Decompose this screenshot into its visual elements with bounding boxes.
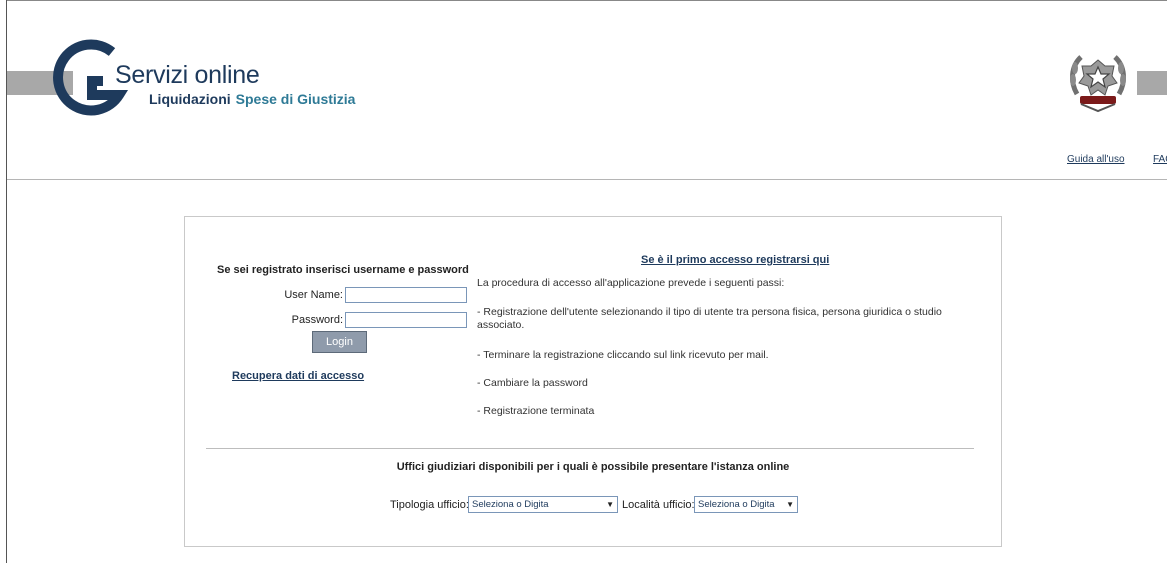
office-place-label: Località ufficio: bbox=[622, 499, 695, 511]
guide-link[interactable]: Guida all'uso bbox=[1067, 154, 1125, 165]
panel-divider bbox=[206, 448, 974, 449]
password-label: Password: bbox=[291, 314, 343, 326]
step-item: - Registrazione terminata bbox=[477, 405, 595, 417]
step-item: - Cambiare la password bbox=[477, 377, 588, 389]
faq-link[interactable]: FAQ bbox=[1153, 154, 1167, 165]
office-type-value: Seleziona o Digita bbox=[472, 499, 549, 510]
logo-subtitle-main: Liquidazioni bbox=[149, 91, 231, 107]
recover-credentials-link[interactable]: Recupera dati di accesso bbox=[232, 370, 364, 382]
username-input[interactable] bbox=[345, 287, 467, 303]
chevron-down-icon: ▼ bbox=[606, 500, 614, 509]
login-heading: Se sei registrato inserisci username e p… bbox=[217, 264, 469, 276]
login-button[interactable]: Login bbox=[312, 331, 367, 353]
step-item: - Registrazione dell'utente selezionando… bbox=[477, 306, 942, 331]
office-place-value: Seleziona o Digita bbox=[698, 499, 775, 510]
office-type-select[interactable]: Seleziona o Digita ▼ bbox=[468, 496, 618, 513]
site-header: Servizi online Liquidazioni Spese di Gius… bbox=[7, 1, 1167, 178]
logo-subtitle-accent: Spese di Giustizia bbox=[235, 91, 356, 107]
republic-emblem-icon bbox=[1067, 46, 1129, 130]
login-panel: Se sei registrato inserisci username e p… bbox=[184, 216, 1002, 547]
steps-intro: La procedura di accesso all'applicazione… bbox=[477, 277, 785, 289]
chevron-down-icon: ▼ bbox=[786, 500, 794, 509]
office-place-select[interactable]: Seleziona o Digita ▼ bbox=[694, 496, 798, 513]
header-divider bbox=[7, 179, 1167, 180]
offices-heading: Uffici giudiziari disponibili per i qual… bbox=[396, 461, 790, 473]
office-type-label: Tipologia ufficio: bbox=[390, 499, 469, 511]
username-label: User Name: bbox=[284, 289, 343, 301]
logo-subtitle: Liquidazioni Spese di Giustizia bbox=[149, 91, 355, 107]
password-input[interactable] bbox=[345, 312, 467, 328]
header-bar-right bbox=[1137, 71, 1167, 95]
step-item: - Terminare la registrazione cliccando s… bbox=[477, 349, 769, 361]
logo-title: Servizi online bbox=[115, 61, 260, 89]
register-link[interactable]: Se è il primo accesso registrarsi qui bbox=[641, 254, 829, 266]
